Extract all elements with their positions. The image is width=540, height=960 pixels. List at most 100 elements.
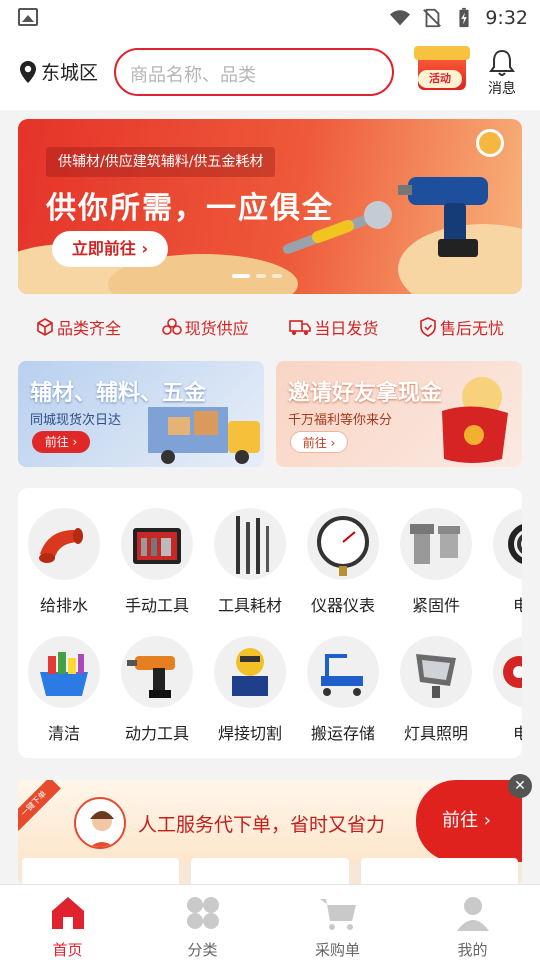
card-subtitle: 同城现货次日达 <box>30 413 122 428</box>
location-text: 东城区 <box>41 62 99 84</box>
feature-in-stock: 现货供应 <box>161 315 249 339</box>
activity-label: 活动 <box>418 70 462 88</box>
floodlight-icon <box>400 636 472 708</box>
gift-lid <box>414 46 470 60</box>
card-subtitle: 千万福利等你来分 <box>288 413 393 428</box>
toolbox-icon <box>121 508 193 580</box>
bottom-navigation: 首页 分类 采购单 我的 <box>0 884 540 960</box>
category-label: 清洁 <box>47 724 80 743</box>
power-drill-icon <box>398 177 488 257</box>
tape-icon <box>493 636 522 708</box>
promo-card-invite[interactable]: 邀请好友拿现金 千万福利等你来分 前往 › <box>276 361 522 467</box>
hero-go-button[interactable]: 立即前往 › <box>52 231 168 267</box>
card-go-button[interactable]: 前往 › <box>32 431 90 453</box>
category-item[interactable]: 仪器仪表 <box>298 508 388 616</box>
category-label: 仪器仪表 <box>310 596 375 615</box>
gallery-notification-icon <box>18 8 38 26</box>
gauge-icon <box>307 508 379 580</box>
profile-icon <box>456 897 489 931</box>
wifi-icon <box>390 10 411 26</box>
category-item[interactable]: 清洁 <box>19 636 109 744</box>
category-label: 电力 <box>512 596 522 615</box>
cleaning-basket-icon <box>28 636 100 708</box>
close-icon[interactable]: ✕ <box>508 774 532 798</box>
coin-icon <box>476 129 504 157</box>
stack-icon <box>161 318 182 335</box>
search-placeholder: 商品名称、品类 <box>130 65 256 86</box>
category-label: 搬运存储 <box>310 724 375 743</box>
product-preview-strip <box>22 858 518 886</box>
category-item[interactable]: 电力 <box>484 508 522 616</box>
pipe-elbow-icon <box>28 508 100 580</box>
service-go-button[interactable]: 前往 › <box>416 780 522 862</box>
service-ribbon: 一键下单 <box>18 780 61 831</box>
feature-after-sales: 售后无忧 <box>419 315 504 339</box>
carousel-dot <box>272 274 282 278</box>
category-item[interactable]: 搬运存储 <box>298 636 388 744</box>
box-icon <box>37 318 53 336</box>
cart-icon <box>307 636 379 708</box>
card-title: 辅材、辅料、五金 <box>30 381 207 406</box>
status-bar: 9:32 <box>0 0 540 36</box>
category-label: 给排水 <box>39 596 88 615</box>
card-go-button[interactable]: 前往 › <box>290 431 348 453</box>
drill-bits-icon <box>214 508 286 580</box>
category-item[interactable]: 电工 <box>484 636 522 744</box>
truck-icon <box>289 320 312 335</box>
category-item[interactable]: 动力工具 <box>112 636 202 744</box>
features-row: 品类齐全 现货供应 当日发货 售后无忧 <box>18 306 522 348</box>
battery-charging-icon <box>459 7 469 28</box>
shield-icon <box>420 317 436 337</box>
cart-icon <box>319 899 356 930</box>
category-label: 手动工具 <box>124 596 189 615</box>
category-item[interactable]: 焊接切割 <box>205 636 295 744</box>
carousel-dot <box>232 274 250 278</box>
carousel-indicator <box>232 274 282 278</box>
category-label: 紧固件 <box>411 596 460 615</box>
feature-label: 售后无忧 <box>439 319 504 338</box>
hero-banner[interactable]: 供辅材/供应建筑辅料/供五金耗材 供你所需，一应俱全 立即前往 › <box>18 119 522 294</box>
product-tile[interactable] <box>191 858 349 886</box>
carousel-dot <box>256 274 266 278</box>
bolt-icon <box>400 508 472 580</box>
top-header: 东城区 商品名称、品类 活动 消息 <box>0 36 540 110</box>
product-tile[interactable] <box>360 858 518 886</box>
category-label: 焊接切割 <box>217 724 282 743</box>
promo-card-materials[interactable]: 辅材、辅料、五金 同城现货次日达 前往 › <box>18 361 264 467</box>
category-grid: 给排水 手动工具 工具耗材 仪器仪表 紧固件 电力 清洁 <box>18 488 522 758</box>
service-text: 人工服务代下单，省时又省力 <box>138 814 386 836</box>
category-label: 工具耗材 <box>217 596 282 615</box>
cutter-icon <box>214 636 286 708</box>
nav-profile[interactable]: 我的 <box>405 885 540 960</box>
hero-title: 供你所需，一应俱全 <box>46 191 334 226</box>
cable-icon <box>493 508 522 580</box>
activity-button[interactable]: 活动 <box>412 46 470 98</box>
no-sim-icon <box>423 8 442 28</box>
category-item[interactable]: 工具耗材 <box>205 508 295 616</box>
location-selector[interactable]: 东城区 <box>18 58 98 85</box>
nav-label: 分类 <box>187 941 218 959</box>
messages-button[interactable]: 消息 <box>482 46 522 100</box>
bell-icon <box>489 49 515 76</box>
nav-purchase-list[interactable]: 采购单 <box>270 885 405 960</box>
nav-category[interactable]: 分类 <box>135 885 270 960</box>
search-input[interactable]: 商品名称、品类 <box>114 48 394 96</box>
category-label: 灯具照明 <box>403 724 468 743</box>
feature-label: 品类齐全 <box>57 319 122 338</box>
product-tile[interactable] <box>22 858 180 886</box>
nav-label: 我的 <box>457 941 488 959</box>
location-pin-icon <box>20 60 36 83</box>
feature-label: 当日发货 <box>314 319 379 338</box>
feature-same-day: 当日发货 <box>289 315 378 339</box>
category-item[interactable]: 灯具照明 <box>391 636 481 744</box>
category-item[interactable]: 手动工具 <box>112 508 202 616</box>
category-label: 电工 <box>512 724 522 743</box>
feature-label: 现货供应 <box>184 319 249 338</box>
service-banner[interactable]: 一键下单 人工服务代下单，省时又省力 前往 › <box>18 780 522 862</box>
feature-full-range: 品类齐全 <box>36 315 121 339</box>
category-item[interactable]: 给排水 <box>19 508 109 616</box>
category-item[interactable]: 紧固件 <box>391 508 481 616</box>
card-title: 邀请好友拿现金 <box>288 381 443 406</box>
nav-home[interactable]: 首页 <box>0 885 135 960</box>
category-icon <box>186 897 219 929</box>
